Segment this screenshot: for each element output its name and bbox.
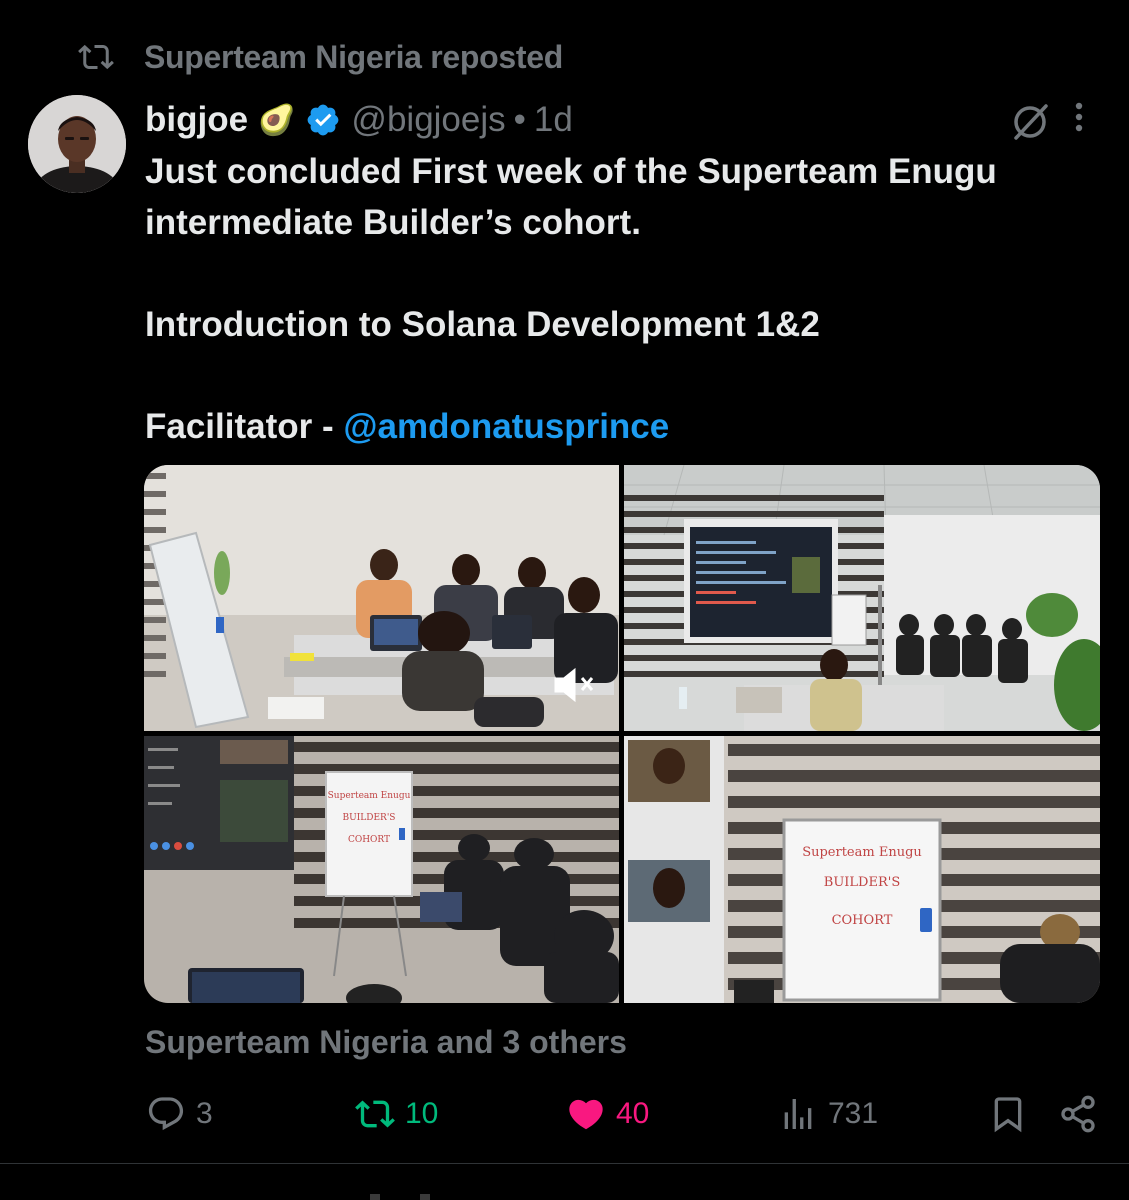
media-photo-1[interactable] [144,465,619,731]
views-button[interactable]: 731 [778,1088,878,1140]
repost-header[interactable]: Superteam Nigeria reposted [78,36,563,78]
bookmark-icon [994,1097,1022,1133]
repost-icon [355,1100,395,1128]
repost-count: 10 [405,1097,439,1130]
whiteboard-2-line-2: BUILDER'S [824,875,900,890]
post-time[interactable]: 1d [534,100,573,140]
whiteboard-2-line-3: COHORT [832,913,893,928]
tweet-header: bigjoe 🥑 @bigjoejs • 1d [145,98,573,142]
reply-icon [148,1097,184,1131]
media-grid: Superteam Enugu BUILDER'S COHORT Superte… [144,465,1100,1003]
next-tweet-fragment [370,1194,430,1200]
avatar[interactable] [28,95,126,193]
liked-by-text[interactable]: Superteam Nigeria and 3 others [145,1024,627,1061]
repost-icon [78,44,114,70]
reply-count: 3 [196,1097,213,1130]
action-bar: 3 10 40 731 [0,1088,1129,1140]
tweet-text: Just concluded First week of the Superte… [145,146,1105,452]
tweet-page: Superteam Nigeria reposted bigjoe 🥑 @big… [0,0,1129,1200]
whiteboard-2-line-1: Superteam Enugu [802,845,922,860]
media-photo-3[interactable]: Superteam Enugu BUILDER'S COHORT [144,736,619,1003]
repost-label[interactable]: Superteam Nigeria reposted [144,39,563,76]
facilitator-mention-link[interactable]: @amdonatusprince [343,407,669,446]
facilitator-label: Facilitator - [145,407,344,446]
whiteboard-1-line-1: Superteam Enugu [328,791,411,801]
view-count: 731 [828,1097,879,1130]
divider [0,1163,1129,1164]
whiteboard-1-line-2: BUILDER'S [343,813,396,823]
media-photo-2[interactable] [624,465,1100,731]
separator-dot: • [513,100,526,139]
tweet-line-1: Just concluded First week of the Superte… [145,152,997,242]
author-handle[interactable]: @bigjoejs [351,100,505,140]
verified-badge-icon[interactable] [305,102,341,138]
tweet-line-3: Facilitator - @amdonatusprince [145,401,1105,452]
reply-button[interactable]: 3 [146,1088,213,1140]
share-button[interactable] [1058,1088,1098,1140]
repost-button[interactable]: 10 [355,1088,438,1140]
like-count: 40 [616,1097,650,1130]
tweet-line-2: Introduction to Solana Development 1&2 [145,305,820,344]
heart-icon [569,1099,603,1130]
whiteboard-1-line-3: COHORT [348,835,390,845]
views-chart-icon [784,1099,812,1129]
grok-icon[interactable] [1008,100,1052,144]
author-display-name[interactable]: bigjoe [145,100,248,140]
media-photo-4[interactable]: Superteam Enugu BUILDER'S COHORT [624,736,1100,1003]
more-options-icon[interactable] [1064,100,1094,144]
share-icon [1061,1095,1095,1133]
like-button[interactable]: 40 [566,1088,649,1140]
bookmark-button[interactable] [988,1088,1028,1140]
avocado-emoji: 🥑 [258,103,296,137]
